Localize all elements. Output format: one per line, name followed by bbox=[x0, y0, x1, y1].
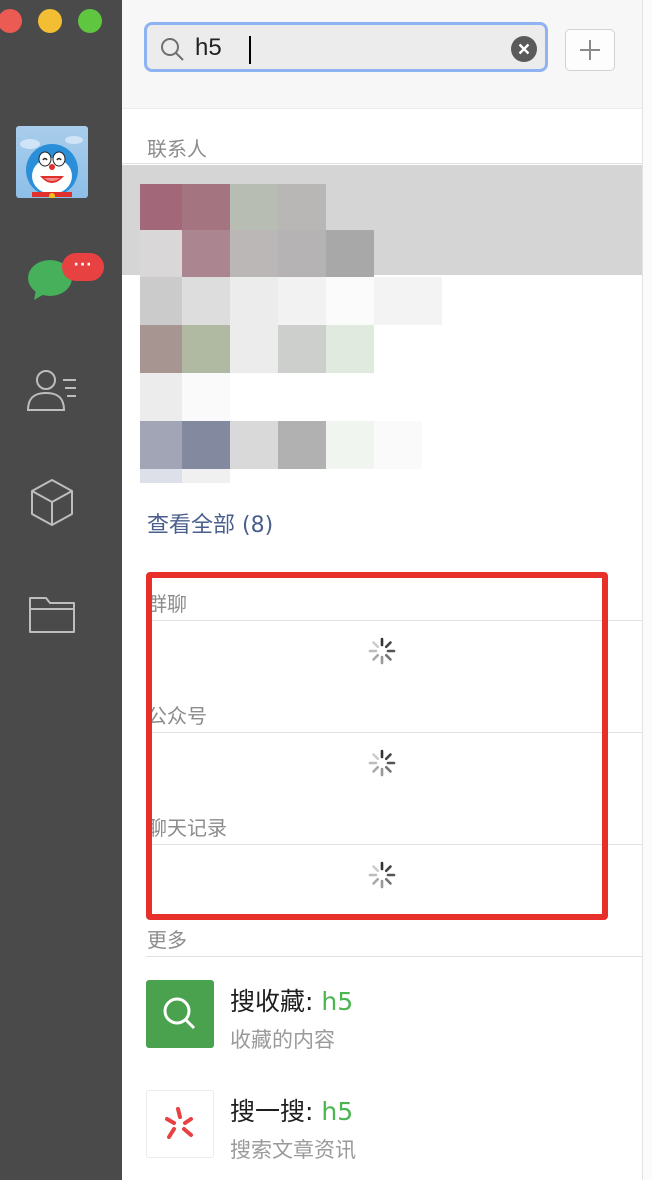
mosaic-block bbox=[278, 184, 326, 230]
avatar[interactable] bbox=[16, 126, 88, 198]
doraemon-avatar-image bbox=[20, 136, 83, 198]
mosaic-block bbox=[140, 325, 182, 373]
highlight-frame bbox=[146, 572, 608, 920]
mosaic-block bbox=[374, 277, 442, 325]
view-all-contacts-link[interactable]: 查看全部 (8) bbox=[147, 507, 273, 539]
search-header: h5 bbox=[122, 0, 642, 109]
mosaic-block bbox=[182, 373, 230, 421]
search-query: h5 bbox=[195, 34, 222, 61]
divider bbox=[146, 956, 642, 957]
folder-icon[interactable] bbox=[26, 590, 78, 642]
clear-search-button[interactable] bbox=[511, 36, 537, 62]
mosaic-block bbox=[326, 230, 374, 277]
close-window-button[interactable] bbox=[0, 9, 22, 33]
zoom-window-button[interactable] bbox=[78, 9, 102, 33]
minimize-window-button[interactable] bbox=[38, 9, 62, 33]
search-input[interactable]: h5 bbox=[144, 22, 548, 72]
miniprogram-box-icon[interactable] bbox=[26, 476, 78, 528]
search-keyword: h5 bbox=[321, 1097, 354, 1126]
mosaic-block bbox=[230, 325, 278, 373]
unread-badge: ··· bbox=[62, 253, 104, 281]
mosaic-block bbox=[140, 184, 182, 230]
mosaic-block bbox=[374, 421, 422, 469]
more-item-subtitle: 收藏的内容 bbox=[230, 1028, 335, 1052]
search-favorites-icon bbox=[146, 980, 214, 1048]
text-cursor bbox=[249, 36, 251, 64]
mosaic-block bbox=[182, 230, 230, 277]
search-icon bbox=[159, 36, 185, 62]
mosaic-block bbox=[230, 277, 278, 325]
close-icon bbox=[518, 43, 530, 55]
sou-yi-sou-icon bbox=[146, 1090, 214, 1158]
divider bbox=[122, 163, 642, 164]
mosaic-block bbox=[326, 277, 374, 325]
section-label-more: 更多 bbox=[147, 928, 187, 952]
search-favorites-item[interactable]: 搜收藏: h5 收藏的内容 bbox=[122, 968, 642, 1058]
sidebar: ··· bbox=[0, 0, 122, 1180]
mosaic-block bbox=[278, 325, 326, 373]
mosaic-block bbox=[182, 325, 230, 373]
sou-yi-sou-item[interactable]: 搜一搜: h5 搜索文章资讯 bbox=[122, 1078, 642, 1168]
search-keyword: h5 bbox=[321, 987, 354, 1016]
mosaic-block bbox=[182, 277, 230, 325]
add-button[interactable] bbox=[565, 29, 615, 71]
mosaic-block bbox=[278, 277, 326, 325]
mosaic-block bbox=[326, 421, 374, 469]
mosaic-block bbox=[182, 469, 230, 483]
mosaic-block bbox=[140, 230, 182, 277]
mosaic-block bbox=[230, 230, 278, 277]
mosaic-block bbox=[326, 325, 374, 373]
mosaic-block bbox=[140, 469, 182, 483]
section-label-contacts: 联系人 bbox=[147, 137, 207, 161]
mosaic-block bbox=[278, 230, 326, 277]
plus-icon bbox=[580, 40, 600, 60]
mosaic-block bbox=[140, 277, 182, 325]
mosaic-block bbox=[230, 184, 278, 230]
mosaic-block bbox=[140, 421, 182, 469]
more-item-title: 搜收藏: h5 bbox=[230, 987, 354, 1016]
mosaic-block bbox=[182, 421, 230, 469]
contact-results[interactable] bbox=[122, 165, 642, 485]
mosaic-block bbox=[182, 184, 230, 230]
more-item-title: 搜一搜: h5 bbox=[230, 1097, 354, 1126]
contacts-icon[interactable] bbox=[26, 366, 78, 418]
mosaic-block bbox=[140, 373, 182, 421]
mosaic-block bbox=[230, 421, 278, 469]
more-item-subtitle: 搜索文章资讯 bbox=[230, 1138, 356, 1162]
window-edge bbox=[642, 0, 652, 1180]
mosaic-block bbox=[278, 421, 326, 469]
